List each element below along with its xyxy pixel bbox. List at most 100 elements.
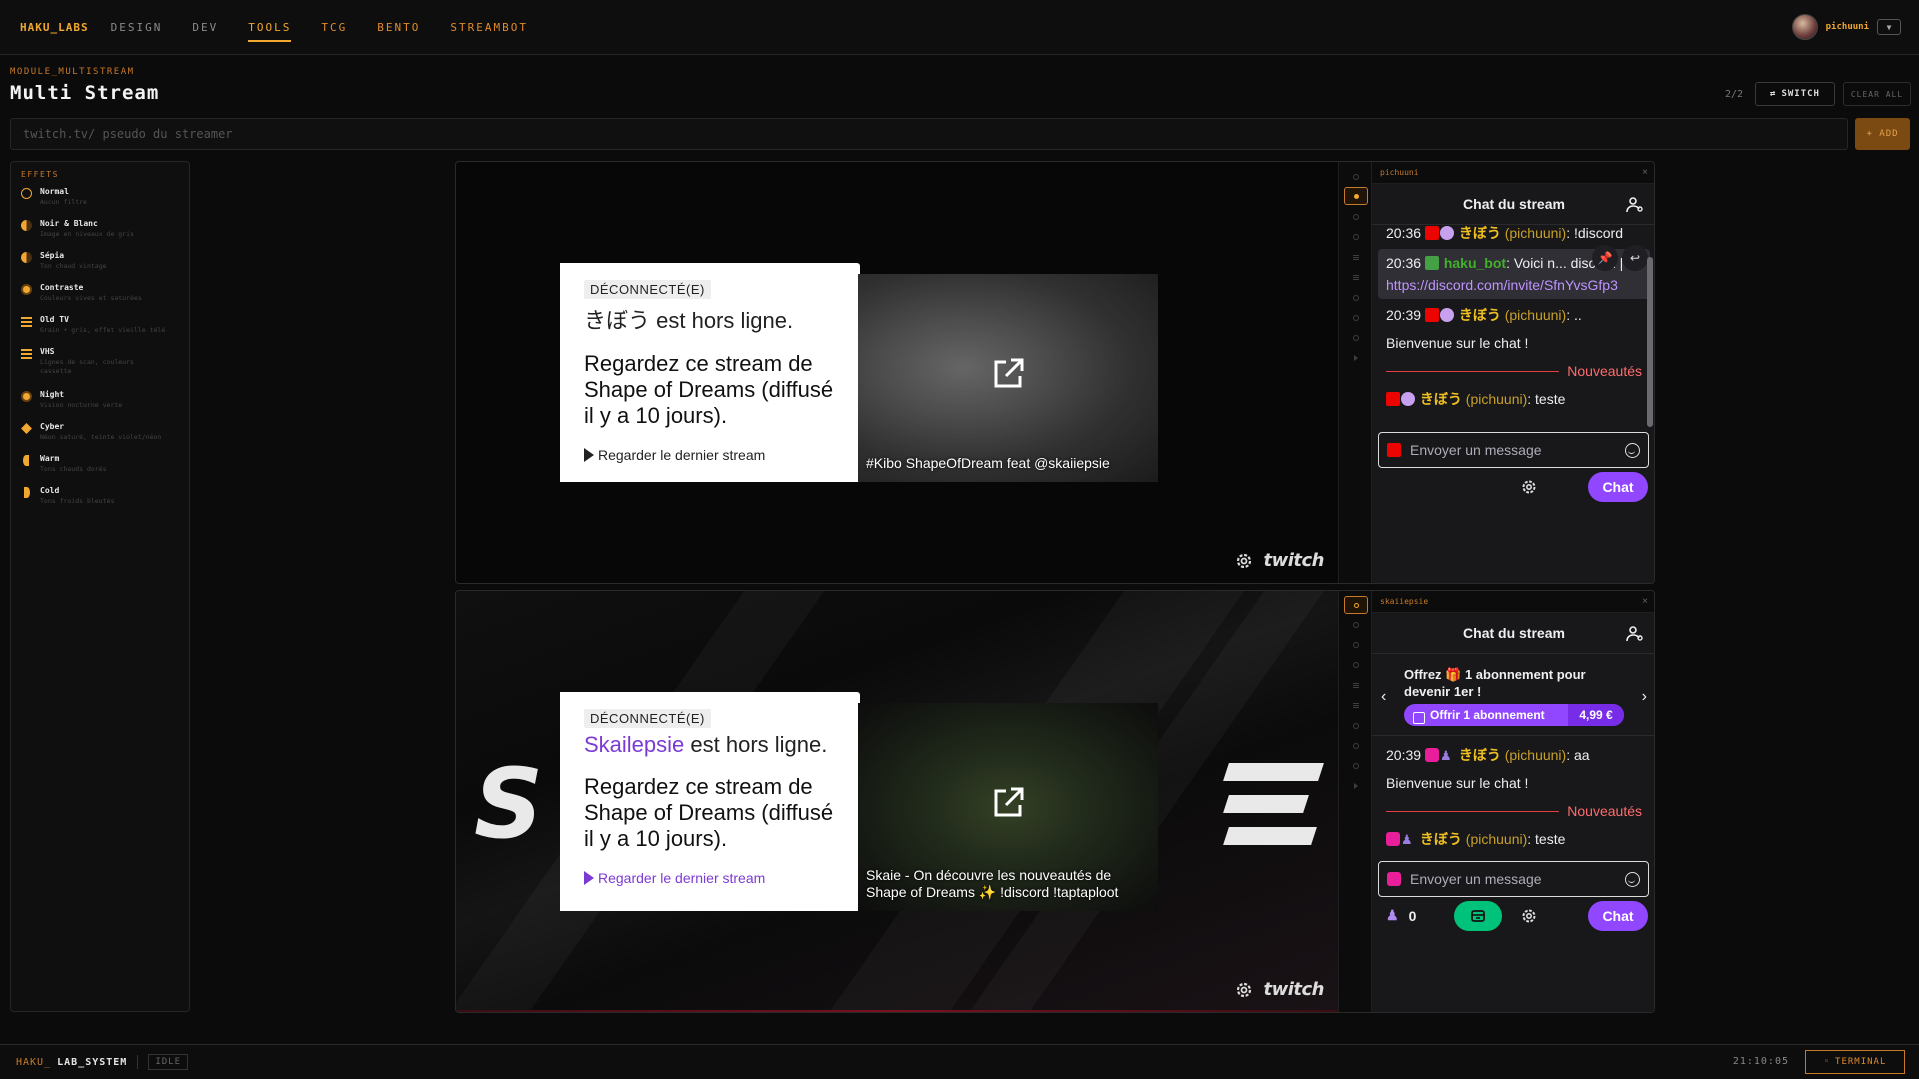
twitch-logo[interactable]: twitch <box>1264 979 1325 1000</box>
effect-warm[interactable]: Warm Tons chauds dorés <box>21 454 179 486</box>
avatar[interactable] <box>1791 14 1818 40</box>
stream-panel-1: DÉCONNECTÉ(E) きぼう est hors ligne. Regard… <box>455 161 1655 584</box>
video-player[interactable]: S DÉCONNECTÉ(E) Skailepsie est hors lign… <box>456 591 1338 1012</box>
prime-badge-icon: ♟ <box>1439 748 1452 763</box>
offline-status: きぼう est hors ligne. <box>584 303 836 335</box>
gear-icon[interactable] <box>1520 478 1538 496</box>
users-icon[interactable] <box>1626 196 1644 214</box>
twitch-logo[interactable]: twitch <box>1264 550 1325 571</box>
channel-points[interactable]: ♟ 0 <box>1386 907 1416 924</box>
nav-link-tcg[interactable]: TCG <box>321 0 347 55</box>
chat-input[interactable]: Envoyer un message <box>1378 432 1649 468</box>
streamer-name[interactable]: Skailepsie <box>584 732 684 757</box>
nav-link-design[interactable]: DESIGN <box>111 0 163 55</box>
reply-icon[interactable]: ↩ <box>1622 245 1648 271</box>
chat-title: Chat du stream <box>1463 625 1565 641</box>
rail-button[interactable] <box>1344 777 1368 795</box>
users-icon[interactable] <box>1626 625 1644 643</box>
effect-vhs[interactable]: VHS Lignes de scan, couleurs cassette <box>21 347 179 390</box>
bits-button[interactable] <box>1454 901 1502 931</box>
top-nav: HAKU_LABS DESIGN DEV TOOLS TCG BENTO STR… <box>0 0 1919 55</box>
clear-all-button[interactable]: CLEAR ALL <box>1843 82 1911 106</box>
chat-panel: skaiiepsie × Chat du stream ‹ Offrez 🎁 1… <box>1372 591 1654 1012</box>
rail-button-active[interactable] <box>1344 187 1368 205</box>
switch-button[interactable]: ⇄ SWITCH <box>1755 82 1835 106</box>
last-stream-link[interactable]: Regarder le dernier stream <box>584 447 836 463</box>
chat-send-button[interactable]: Chat <box>1588 472 1648 502</box>
nav-link-streambot[interactable]: STREAMBOT <box>450 0 528 55</box>
effect-sepia[interactable]: Sépia Ton chaud vintage <box>21 251 179 283</box>
chat-scrollbar[interactable] <box>1647 257 1653 427</box>
rail-button[interactable] <box>1344 248 1368 266</box>
effect-cold[interactable]: Cold Tons froids bleutés <box>21 486 179 518</box>
vod-thumbnail[interactable]: Skaie - On découvre les nouveautés de Sh… <box>858 703 1158 911</box>
effect-noir-blanc[interactable]: Noir & Blanc Image en niveaux de gris <box>21 219 179 251</box>
chevron-down-icon[interactable]: ▼ <box>1877 19 1901 35</box>
streamer-input[interactable]: twitch.tv/ pseudo du streamer <box>10 118 1848 150</box>
offline-card: DÉCONNECTÉ(E) Skailepsie est hors ligne.… <box>560 692 860 911</box>
chat-username[interactable]: haku_bot <box>1444 255 1506 271</box>
chevron-left-icon[interactable]: ‹ <box>1381 688 1386 706</box>
nav-link-dev[interactable]: DEV <box>192 0 218 55</box>
chat-username[interactable]: きぼう <box>1459 225 1501 241</box>
rail-button-active[interactable] <box>1344 596 1368 614</box>
rail-button[interactable] <box>1344 696 1368 714</box>
chevron-right-icon[interactable]: › <box>1642 688 1647 706</box>
gear-icon[interactable] <box>1520 907 1538 925</box>
close-icon[interactable]: × <box>1642 596 1648 607</box>
last-stream-link[interactable]: Regarder le dernier stream <box>584 870 836 886</box>
effect-night[interactable]: Night Vision nocturne verte <box>21 390 179 422</box>
rail-button[interactable] <box>1344 309 1368 327</box>
rail-button[interactable] <box>1344 676 1368 694</box>
chat-username[interactable]: きぼう <box>1459 307 1501 323</box>
effect-cyber[interactable]: Cyber Néon saturé, teinte violet/néon <box>21 422 179 454</box>
stream-rail <box>1338 162 1372 583</box>
banner-letter-art <box>1223 763 1324 845</box>
rail-button[interactable] <box>1344 349 1368 367</box>
rail-button[interactable] <box>1344 616 1368 634</box>
close-icon[interactable]: × <box>1642 167 1648 178</box>
chat-username[interactable]: きぼう <box>1459 747 1501 763</box>
emoji-icon[interactable] <box>1625 442 1640 458</box>
message-link[interactable]: https://discord.com/invite/SfnYvsGfp3 <box>1386 274 1642 296</box>
video-player[interactable]: DÉCONNECTÉ(E) きぼう est hors ligne. Regard… <box>456 162 1338 583</box>
pin-icon[interactable]: 📌 <box>1592 245 1618 271</box>
vod-thumbnail[interactable]: #Kibo ShapeOfDream feat @skaiiepsie <box>858 274 1158 482</box>
diamond-icon <box>21 423 32 434</box>
effect-contraste[interactable]: Contraste Couleurs vives et saturées <box>21 283 179 315</box>
rail-button[interactable] <box>1344 268 1368 286</box>
chat-username[interactable]: きぼう <box>1420 391 1462 407</box>
emoji-icon[interactable] <box>1625 871 1640 887</box>
rail-button[interactable] <box>1344 329 1368 347</box>
rail-button[interactable] <box>1344 656 1368 674</box>
add-button[interactable]: + ADD <box>1855 118 1910 150</box>
rail-button[interactable] <box>1344 636 1368 654</box>
separator-line <box>1386 370 1560 372</box>
prime-badge-icon: ♟ <box>1401 832 1413 847</box>
terminal-button[interactable]: ◦ TERMINAL <box>1805 1050 1905 1074</box>
user-menu[interactable]: pichuuni ▼ <box>1791 14 1901 40</box>
gear-icon[interactable] <box>1234 551 1254 571</box>
rail-button[interactable] <box>1344 289 1368 307</box>
chat-username[interactable]: きぼう <box>1420 831 1462 847</box>
rail-button[interactable] <box>1344 208 1368 226</box>
rail-button[interactable] <box>1344 168 1368 186</box>
chat-send-button[interactable]: Chat <box>1588 901 1648 931</box>
rail-button[interactable] <box>1344 717 1368 735</box>
rail-button[interactable] <box>1344 757 1368 775</box>
sub-badge-icon <box>1386 832 1400 846</box>
rail-button[interactable] <box>1344 228 1368 246</box>
rail-button[interactable] <box>1344 737 1368 755</box>
chat-header: Chat du stream <box>1372 184 1654 225</box>
separator-label: Nouveautés <box>1567 363 1642 379</box>
effect-normal[interactable]: Normal Aucun filtre <box>21 187 179 219</box>
gift-sub-button[interactable]: Offrir 1 abonnement 4,99 € <box>1404 704 1624 726</box>
nav-link-bento[interactable]: BENTO <box>377 0 420 55</box>
effect-old-tv[interactable]: Old TV Grain + gris, effet vieille télé <box>21 315 179 347</box>
gear-icon[interactable] <box>1234 980 1254 1000</box>
brand-logo[interactable]: HAKU_LABS <box>20 21 89 34</box>
nav-link-tools[interactable]: TOOLS <box>248 0 292 55</box>
player-controls: twitch <box>1234 550 1325 571</box>
gift-label-wrap: Offrir 1 abonnement <box>1404 708 1568 724</box>
chat-input[interactable]: Envoyer un message <box>1378 861 1649 897</box>
